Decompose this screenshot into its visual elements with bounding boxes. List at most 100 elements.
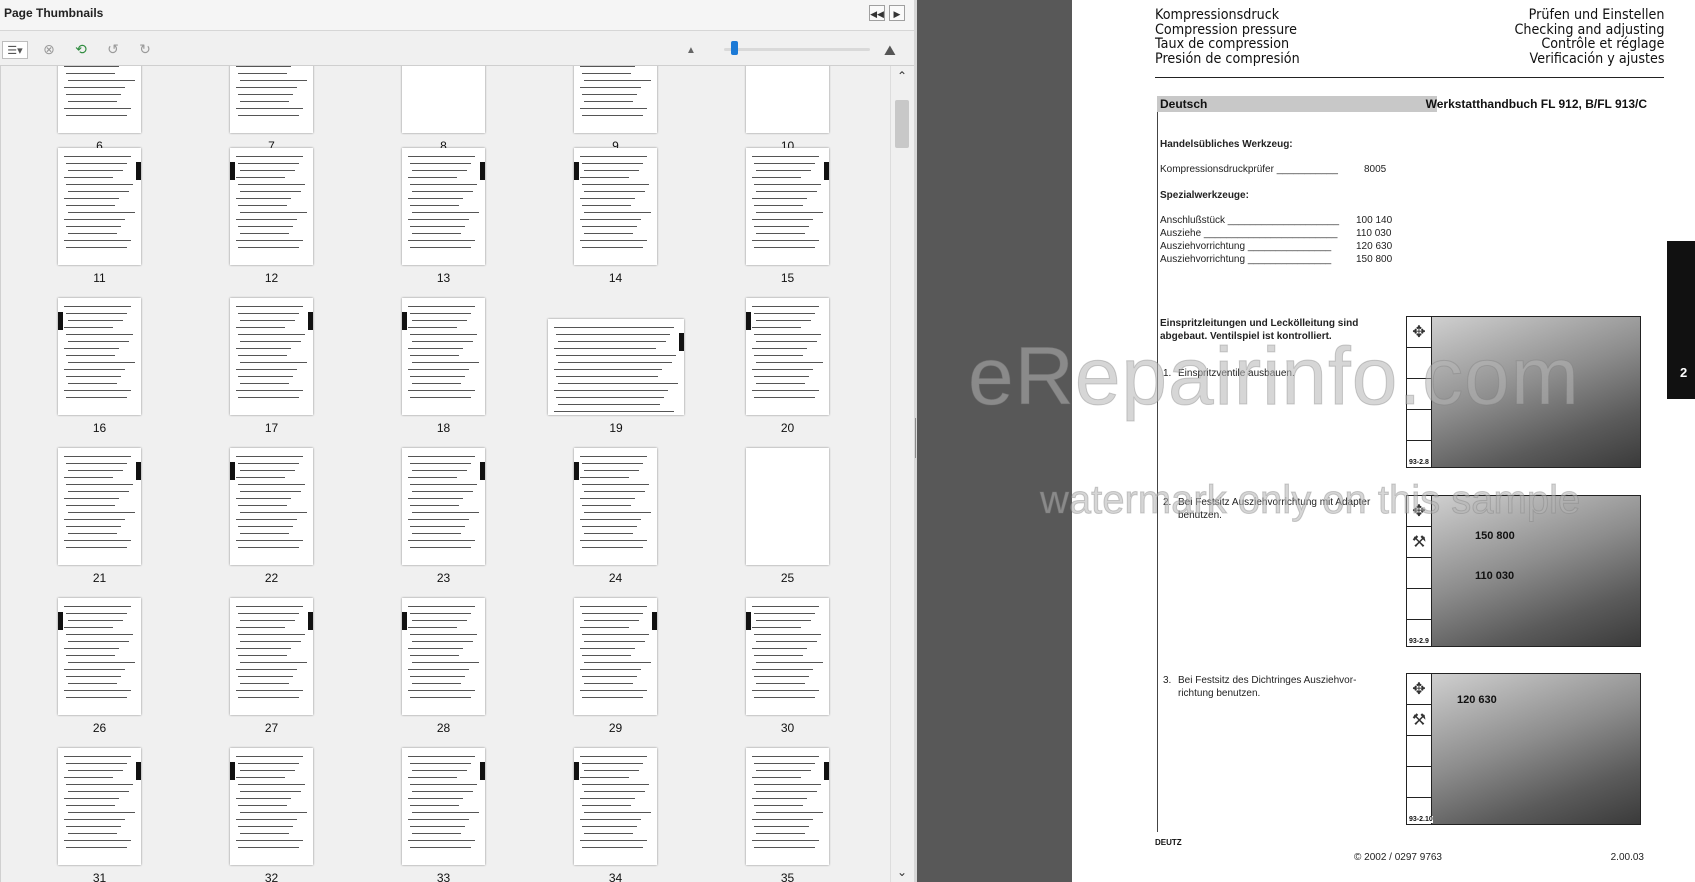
- thumbnail-text-line: [756, 320, 811, 321]
- thumbnail-page-image[interactable]: [746, 298, 829, 415]
- thumbnail-page-image[interactable]: [574, 448, 657, 565]
- thumbnail-text-line: [238, 73, 287, 74]
- blank-cell: [1407, 348, 1431, 379]
- thumbnail-text-line: [66, 163, 127, 164]
- thumbnail-page-image[interactable]: [402, 66, 485, 133]
- thumbnail-text-line: [408, 819, 469, 820]
- thumbnail-text-line: [238, 613, 299, 614]
- thumbnail-page-image[interactable]: [58, 598, 141, 715]
- thumbnail-page-image[interactable]: [402, 748, 485, 865]
- thumbnail-text-line: [410, 634, 477, 635]
- thumbnail-page-image[interactable]: [402, 448, 485, 565]
- thumbnail-page-image[interactable]: [574, 598, 657, 715]
- thumbnail-text-line: [752, 648, 807, 649]
- thumbnail-text-line: [752, 819, 813, 820]
- thumbnail-text-line: [412, 383, 461, 384]
- thumbnail-text-line: [66, 376, 121, 377]
- thumbnail-text-line: [68, 170, 123, 171]
- thumbnail-text-line: [68, 101, 117, 102]
- thumbnail-text-line: [408, 369, 469, 370]
- thumbnail-text-line: [238, 247, 299, 248]
- thumbnail-page-image[interactable]: [402, 148, 485, 265]
- thumbnail-page-image[interactable]: [402, 298, 485, 415]
- large-mountain-icon[interactable]: ⛰: [884, 42, 896, 59]
- thumbnail-page-image[interactable]: [746, 148, 829, 265]
- header-right-line: Verificación y ajustes: [1529, 50, 1664, 67]
- scrollbar-thumb[interactable]: [895, 100, 909, 148]
- thumbnail-page-image[interactable]: [230, 448, 313, 565]
- thumbnail-text-line: [554, 327, 674, 328]
- thumbnail-page-image[interactable]: [402, 598, 485, 715]
- thumbnail-text-line: [236, 819, 297, 820]
- thumbnail-page-image[interactable]: [230, 748, 313, 865]
- thumbnail-page-image[interactable]: [230, 598, 313, 715]
- thumbnail-text-line: [412, 662, 479, 663]
- delete-pages-icon[interactable]: ⊗: [40, 40, 58, 58]
- thumbnail-text-line: [412, 233, 461, 234]
- thumbnail-text-line: [236, 519, 297, 520]
- thumbnail-text-line: [754, 697, 815, 698]
- rotate-counterclockwise-icon[interactable]: ↺: [104, 40, 122, 58]
- thumbnail-text-line: [66, 205, 115, 206]
- figure-code: 93-2.8: [1409, 459, 1429, 466]
- thumbnail-text-line: [412, 770, 467, 771]
- thumbnail-text-line: [68, 812, 135, 813]
- thumbnail-text-line: [66, 94, 121, 95]
- thumbnail-text-line: [68, 683, 117, 684]
- thumbnail-page-image[interactable]: [746, 66, 829, 133]
- thumbnail-text-line: [754, 655, 803, 656]
- thumbnail-text-line: [582, 847, 643, 848]
- thumbnail-text-line: [582, 163, 643, 164]
- insert-pages-icon[interactable]: ⟲: [72, 40, 90, 58]
- thumbnail-text-line: [558, 383, 678, 384]
- thumbnail-text-line: [408, 777, 457, 778]
- thumbnail-page-image[interactable]: [746, 598, 829, 715]
- thumbnail-text-line: [410, 226, 465, 227]
- thumbnail-page-image[interactable]: [230, 66, 313, 133]
- thumbnail-text-line: [410, 676, 465, 677]
- thumbnail-page-image[interactable]: [58, 148, 141, 265]
- thumbnail-page-image[interactable]: [58, 748, 141, 865]
- chevron-right-icon[interactable]: ▶: [889, 5, 905, 21]
- vertical-scrollbar[interactable]: ⌃ ⌄: [890, 66, 913, 882]
- thumbnail-page-image[interactable]: [230, 148, 313, 265]
- thumbnail-text-line: [556, 397, 664, 398]
- thumbnail-text-line: [756, 383, 805, 384]
- thumbnail-chapter-tab: [824, 762, 829, 780]
- zoom-slider-track[interactable]: [724, 48, 870, 51]
- thumbnail-text-line: [408, 690, 475, 691]
- thumbnail-page-image[interactable]: [574, 748, 657, 865]
- thumbnail-page-image[interactable]: [574, 148, 657, 265]
- thumbnail-chapter-tab: [746, 612, 751, 630]
- thumbnail-text-line: [236, 390, 303, 391]
- thumbnail-text-line: [236, 240, 303, 241]
- thumbnail-page-image[interactable]: [230, 298, 313, 415]
- thumbnail-page-image[interactable]: [574, 66, 657, 133]
- thumbnail-page-image[interactable]: [746, 448, 829, 565]
- thumbnail-page-image[interactable]: [58, 448, 141, 565]
- rotate-clockwise-icon[interactable]: ↻: [136, 40, 154, 58]
- thumbnail-page-image[interactable]: [746, 748, 829, 865]
- thumbnail-text-line: [64, 777, 113, 778]
- tools-heading: Handelsübliches Werkzeug:: [1160, 139, 1293, 150]
- thumbnail-page-image[interactable]: [58, 298, 141, 415]
- thumbnail-text-line: [756, 833, 805, 834]
- small-mountain-icon[interactable]: ▲: [686, 45, 696, 56]
- thumbnail-text-line: [754, 334, 821, 335]
- splitter-grip[interactable]: [915, 418, 916, 458]
- thumbnail-text-line: [238, 205, 287, 206]
- scroll-down-arrow-icon[interactable]: ⌄: [891, 864, 913, 880]
- double-chevron-left-icon[interactable]: ◀◀: [869, 5, 885, 21]
- thumbnail-options-icon[interactable]: ☰▾: [2, 41, 28, 59]
- thumbnail-text-line: [240, 212, 307, 213]
- thumbnail-page-image[interactable]: [548, 319, 684, 415]
- thumbnail-text-line: [752, 240, 819, 241]
- thumbnail-text-line: [584, 101, 633, 102]
- part-label: 110 030: [1475, 570, 1515, 582]
- scroll-up-arrow-icon[interactable]: ⌃: [891, 68, 913, 84]
- thumbnail-text-line: [410, 484, 477, 485]
- zoom-slider-thumb[interactable]: [731, 41, 739, 55]
- thumbnail-text-line: [580, 477, 629, 478]
- thumbnail-page-image[interactable]: [58, 66, 141, 133]
- thumbnail-text-line: [754, 376, 809, 377]
